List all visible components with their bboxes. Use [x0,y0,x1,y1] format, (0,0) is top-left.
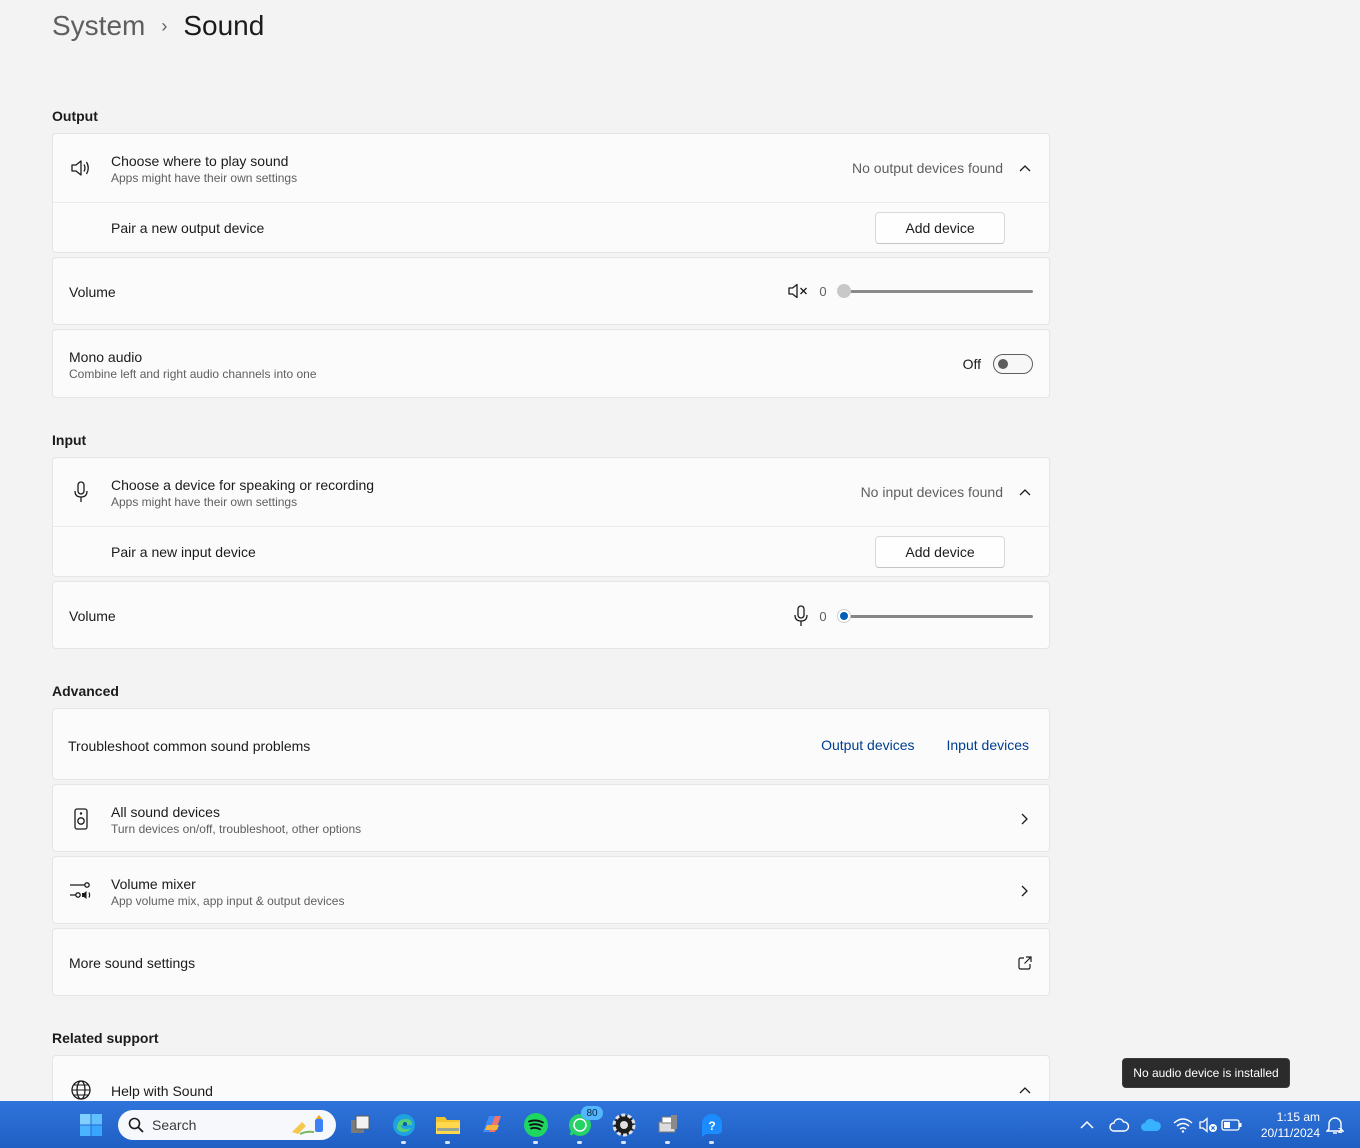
taskbar-search-box[interactable]: Search [118,1110,336,1140]
troubleshoot-label: Troubleshoot common sound problems [68,738,311,754]
search-icon [128,1117,144,1133]
add-output-device-button[interactable]: Add device [875,212,1005,244]
get-help-icon[interactable]: ? [699,1112,725,1144]
mono-audio-state: Off [962,356,981,372]
svg-text:z: z [1338,1125,1343,1135]
svg-text:?: ? [708,1119,715,1133]
choose-output-label: Choose where to play sound [111,153,289,169]
mono-audio-card: Mono audio Combine left and right audio … [52,329,1050,398]
input-volume-value: 0 [819,608,827,624]
wifi-icon[interactable] [1170,1112,1196,1138]
notification-bell-icon[interactable]: z [1322,1112,1348,1138]
globe-icon [69,1078,93,1102]
input-volume-thumb[interactable] [837,609,851,623]
volume-mixer-label: Volume mixer [111,876,196,892]
open-external-icon [1017,955,1033,971]
output-volume-value: 0 [819,283,827,299]
breadcrumb-separator: › [161,15,168,36]
chevron-right-icon [1017,811,1033,827]
cloud-icon[interactable] [1106,1112,1132,1138]
search-highlight-icon [290,1114,328,1136]
task-view-icon[interactable] [347,1112,373,1138]
pair-input-row: Pair a new input device Add device [53,527,1049,577]
speaker-icon [69,156,93,180]
advanced-section-title: Advanced [52,683,119,699]
output-status: No output devices found [852,160,1003,176]
spotify-icon[interactable] [523,1112,549,1144]
add-input-device-button[interactable]: Add device [875,536,1005,568]
whatsapp-icon[interactable]: 80 [567,1106,603,1144]
file-explorer-icon[interactable] [435,1112,461,1144]
page-title: Sound [183,10,265,41]
output-section-title: Output [52,108,98,124]
taskbar-clock[interactable]: 1:15 am 20/11/2024 [1254,1109,1320,1141]
breadcrumb: System › Sound [52,6,264,46]
settings-gear-icon[interactable] [611,1112,637,1144]
pair-output-label: Pair a new output device [111,220,265,236]
input-device-card: Choose a device for speaking or recordin… [52,457,1050,577]
input-volume-label: Volume [69,608,116,624]
output-volume-label: Volume [69,284,116,300]
input-status: No input devices found [860,484,1003,500]
copilot-icon[interactable] [479,1112,505,1138]
pair-output-row: Pair a new output device Add device [53,203,1049,253]
volume-mixer-card[interactable]: Volume mixer App volume mix, app input &… [52,856,1050,924]
microphone-icon[interactable] [793,605,809,627]
mono-audio-toggle[interactable] [993,354,1033,374]
help-with-sound-label: Help with Sound [111,1083,213,1099]
volume-mixer-sublabel: App volume mix, app input & output devic… [111,894,345,908]
speaker-muted-icon[interactable] [787,282,809,300]
input-volume-slider[interactable] [837,606,1033,626]
pair-input-label: Pair a new input device [111,544,256,560]
chevron-up-icon[interactable] [1017,160,1033,176]
choose-input-sublabel: Apps might have their own settings [111,495,298,509]
choose-output-row[interactable]: Choose where to play sound Apps might ha… [53,134,1049,202]
related-support-title: Related support [52,1030,159,1046]
audio-tooltip: No audio device is installed [1122,1058,1290,1088]
input-volume-card: Volume 0 [52,581,1050,649]
speaker-device-icon [69,807,93,831]
more-sound-settings-card[interactable]: More sound settings [52,928,1050,996]
troubleshoot-card: Troubleshoot common sound problems Outpu… [52,708,1050,780]
output-device-card: Choose where to play sound Apps might ha… [52,133,1050,253]
chevron-up-icon[interactable] [1017,484,1033,500]
choose-input-row[interactable]: Choose a device for speaking or recordin… [53,458,1049,526]
printer-app-icon[interactable] [655,1112,681,1144]
onedrive-icon[interactable] [1138,1112,1164,1138]
output-volume-card: Volume 0 [52,257,1050,325]
volume-mixer-icon [69,879,93,903]
search-placeholder: Search [152,1117,197,1133]
all-sound-devices-sublabel: Turn devices on/off, troubleshoot, other… [111,822,362,836]
troubleshoot-output-link[interactable]: Output devices [821,737,914,753]
mono-audio-label: Mono audio [69,349,143,365]
output-volume-slider[interactable] [837,281,1033,301]
breadcrumb-system[interactable]: System [52,10,145,42]
edge-browser-icon[interactable] [391,1112,417,1144]
all-sound-devices-label: All sound devices [111,804,220,820]
microphone-icon [69,480,93,504]
choose-input-label: Choose a device for speaking or recordin… [111,477,375,493]
output-volume-thumb[interactable] [837,284,851,298]
show-hidden-icons-chevron-icon[interactable] [1074,1112,1100,1138]
clock-time: 1:15 am [1276,1110,1320,1124]
mono-audio-sublabel: Combine left and right audio channels in… [69,367,317,381]
all-sound-devices-card[interactable]: All sound devices Turn devices on/off, t… [52,784,1050,852]
chevron-up-icon[interactable] [1017,1082,1033,1098]
input-section-title: Input [52,432,87,448]
volume-muted-tray-icon[interactable] [1195,1112,1221,1138]
clock-date: 20/11/2024 [1260,1126,1320,1140]
troubleshoot-input-link[interactable]: Input devices [947,737,1030,753]
battery-icon[interactable] [1219,1112,1245,1138]
choose-output-sublabel: Apps might have their own settings [111,171,298,185]
chevron-right-icon [1017,883,1033,899]
whatsapp-badge: 80 [581,1106,603,1120]
more-sound-settings-label: More sound settings [69,955,196,971]
start-windows-icon[interactable] [78,1112,104,1138]
